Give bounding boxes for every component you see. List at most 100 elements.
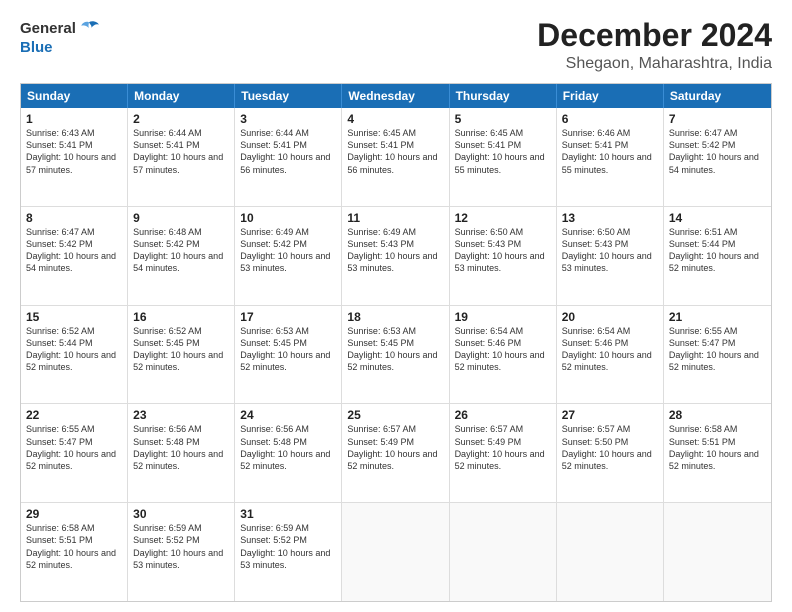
day-number: 28 — [669, 408, 766, 422]
subtitle: Shegaon, Maharashtra, India — [537, 55, 772, 73]
cell-details: Sunrise: 6:44 AM Sunset: 5:41 PM Dayligh… — [240, 127, 336, 176]
day-number: 24 — [240, 408, 336, 422]
cell-details: Sunrise: 6:53 AM Sunset: 5:45 PM Dayligh… — [240, 325, 336, 374]
calendar: SundayMondayTuesdayWednesdayThursdayFrid… — [20, 83, 772, 602]
day-number: 26 — [455, 408, 551, 422]
calendar-cell: 24Sunrise: 6:56 AM Sunset: 5:48 PM Dayli… — [235, 404, 342, 502]
calendar-cell: 23Sunrise: 6:56 AM Sunset: 5:48 PM Dayli… — [128, 404, 235, 502]
cell-details: Sunrise: 6:45 AM Sunset: 5:41 PM Dayligh… — [347, 127, 443, 176]
cell-details: Sunrise: 6:57 AM Sunset: 5:49 PM Dayligh… — [347, 423, 443, 472]
calendar-cell: 31Sunrise: 6:59 AM Sunset: 5:52 PM Dayli… — [235, 503, 342, 601]
calendar-cell: 1Sunrise: 6:43 AM Sunset: 5:41 PM Daylig… — [21, 108, 128, 206]
logo-general: General — [20, 21, 76, 38]
logo: General Blue — [20, 18, 100, 57]
cell-details: Sunrise: 6:56 AM Sunset: 5:48 PM Dayligh… — [240, 423, 336, 472]
calendar-cell: 22Sunrise: 6:55 AM Sunset: 5:47 PM Dayli… — [21, 404, 128, 502]
page: General Blue December 2024 Shegaon, Maha… — [0, 0, 792, 612]
calendar-cell: 19Sunrise: 6:54 AM Sunset: 5:46 PM Dayli… — [450, 306, 557, 404]
day-number: 8 — [26, 211, 122, 225]
cell-details: Sunrise: 6:50 AM Sunset: 5:43 PM Dayligh… — [562, 226, 658, 275]
cell-details: Sunrise: 6:52 AM Sunset: 5:44 PM Dayligh… — [26, 325, 122, 374]
calendar-day-header: Thursday — [450, 84, 557, 108]
cell-details: Sunrise: 6:45 AM Sunset: 5:41 PM Dayligh… — [455, 127, 551, 176]
logo-bird-icon — [78, 18, 100, 40]
calendar-cell: 20Sunrise: 6:54 AM Sunset: 5:46 PM Dayli… — [557, 306, 664, 404]
calendar-cell: 6Sunrise: 6:46 AM Sunset: 5:41 PM Daylig… — [557, 108, 664, 206]
title-block: December 2024 Shegaon, Maharashtra, Indi… — [537, 18, 772, 73]
cell-details: Sunrise: 6:49 AM Sunset: 5:42 PM Dayligh… — [240, 226, 336, 275]
calendar-week-row: 29Sunrise: 6:58 AM Sunset: 5:51 PM Dayli… — [21, 503, 771, 601]
calendar-cell: 11Sunrise: 6:49 AM Sunset: 5:43 PM Dayli… — [342, 207, 449, 305]
cell-details: Sunrise: 6:44 AM Sunset: 5:41 PM Dayligh… — [133, 127, 229, 176]
cell-details: Sunrise: 6:58 AM Sunset: 5:51 PM Dayligh… — [26, 522, 122, 571]
calendar-cell: 16Sunrise: 6:52 AM Sunset: 5:45 PM Dayli… — [128, 306, 235, 404]
calendar-cell: 28Sunrise: 6:58 AM Sunset: 5:51 PM Dayli… — [664, 404, 771, 502]
calendar-cell: 4Sunrise: 6:45 AM Sunset: 5:41 PM Daylig… — [342, 108, 449, 206]
cell-details: Sunrise: 6:49 AM Sunset: 5:43 PM Dayligh… — [347, 226, 443, 275]
header: General Blue December 2024 Shegaon, Maha… — [20, 18, 772, 73]
calendar-day-header: Monday — [128, 84, 235, 108]
day-number: 5 — [455, 112, 551, 126]
calendar-day-header: Friday — [557, 84, 664, 108]
day-number: 27 — [562, 408, 658, 422]
cell-details: Sunrise: 6:46 AM Sunset: 5:41 PM Dayligh… — [562, 127, 658, 176]
calendar-cell: 26Sunrise: 6:57 AM Sunset: 5:49 PM Dayli… — [450, 404, 557, 502]
calendar-week-row: 1Sunrise: 6:43 AM Sunset: 5:41 PM Daylig… — [21, 108, 771, 207]
day-number: 9 — [133, 211, 229, 225]
cell-details: Sunrise: 6:51 AM Sunset: 5:44 PM Dayligh… — [669, 226, 766, 275]
day-number: 20 — [562, 310, 658, 324]
day-number: 12 — [455, 211, 551, 225]
cell-details: Sunrise: 6:57 AM Sunset: 5:50 PM Dayligh… — [562, 423, 658, 472]
day-number: 3 — [240, 112, 336, 126]
cell-details: Sunrise: 6:58 AM Sunset: 5:51 PM Dayligh… — [669, 423, 766, 472]
calendar-cell — [342, 503, 449, 601]
logo-blue: Blue — [20, 40, 53, 57]
calendar-day-header: Sunday — [21, 84, 128, 108]
day-number: 29 — [26, 507, 122, 521]
day-number: 2 — [133, 112, 229, 126]
main-title: December 2024 — [537, 18, 772, 53]
calendar-cell: 25Sunrise: 6:57 AM Sunset: 5:49 PM Dayli… — [342, 404, 449, 502]
calendar-week-row: 8Sunrise: 6:47 AM Sunset: 5:42 PM Daylig… — [21, 207, 771, 306]
day-number: 15 — [26, 310, 122, 324]
calendar-day-header: Tuesday — [235, 84, 342, 108]
cell-details: Sunrise: 6:47 AM Sunset: 5:42 PM Dayligh… — [26, 226, 122, 275]
calendar-cell: 3Sunrise: 6:44 AM Sunset: 5:41 PM Daylig… — [235, 108, 342, 206]
day-number: 4 — [347, 112, 443, 126]
day-number: 25 — [347, 408, 443, 422]
calendar-week-row: 22Sunrise: 6:55 AM Sunset: 5:47 PM Dayli… — [21, 404, 771, 503]
calendar-cell: 29Sunrise: 6:58 AM Sunset: 5:51 PM Dayli… — [21, 503, 128, 601]
cell-details: Sunrise: 6:55 AM Sunset: 5:47 PM Dayligh… — [26, 423, 122, 472]
day-number: 31 — [240, 507, 336, 521]
cell-details: Sunrise: 6:57 AM Sunset: 5:49 PM Dayligh… — [455, 423, 551, 472]
cell-details: Sunrise: 6:59 AM Sunset: 5:52 PM Dayligh… — [240, 522, 336, 571]
cell-details: Sunrise: 6:52 AM Sunset: 5:45 PM Dayligh… — [133, 325, 229, 374]
day-number: 23 — [133, 408, 229, 422]
calendar-cell — [450, 503, 557, 601]
calendar-cell: 27Sunrise: 6:57 AM Sunset: 5:50 PM Dayli… — [557, 404, 664, 502]
calendar-cell: 18Sunrise: 6:53 AM Sunset: 5:45 PM Dayli… — [342, 306, 449, 404]
day-number: 7 — [669, 112, 766, 126]
calendar-cell: 7Sunrise: 6:47 AM Sunset: 5:42 PM Daylig… — [664, 108, 771, 206]
calendar-cell: 5Sunrise: 6:45 AM Sunset: 5:41 PM Daylig… — [450, 108, 557, 206]
day-number: 21 — [669, 310, 766, 324]
day-number: 30 — [133, 507, 229, 521]
day-number: 1 — [26, 112, 122, 126]
calendar-cell: 15Sunrise: 6:52 AM Sunset: 5:44 PM Dayli… — [21, 306, 128, 404]
calendar-cell: 13Sunrise: 6:50 AM Sunset: 5:43 PM Dayli… — [557, 207, 664, 305]
calendar-cell: 14Sunrise: 6:51 AM Sunset: 5:44 PM Dayli… — [664, 207, 771, 305]
calendar-cell: 30Sunrise: 6:59 AM Sunset: 5:52 PM Dayli… — [128, 503, 235, 601]
cell-details: Sunrise: 6:55 AM Sunset: 5:47 PM Dayligh… — [669, 325, 766, 374]
calendar-week-row: 15Sunrise: 6:52 AM Sunset: 5:44 PM Dayli… — [21, 306, 771, 405]
day-number: 14 — [669, 211, 766, 225]
calendar-cell: 10Sunrise: 6:49 AM Sunset: 5:42 PM Dayli… — [235, 207, 342, 305]
cell-details: Sunrise: 6:47 AM Sunset: 5:42 PM Dayligh… — [669, 127, 766, 176]
cell-details: Sunrise: 6:54 AM Sunset: 5:46 PM Dayligh… — [562, 325, 658, 374]
calendar-cell — [664, 503, 771, 601]
day-number: 19 — [455, 310, 551, 324]
calendar-cell: 17Sunrise: 6:53 AM Sunset: 5:45 PM Dayli… — [235, 306, 342, 404]
calendar-cell: 2Sunrise: 6:44 AM Sunset: 5:41 PM Daylig… — [128, 108, 235, 206]
calendar-cell: 21Sunrise: 6:55 AM Sunset: 5:47 PM Dayli… — [664, 306, 771, 404]
cell-details: Sunrise: 6:50 AM Sunset: 5:43 PM Dayligh… — [455, 226, 551, 275]
calendar-body: 1Sunrise: 6:43 AM Sunset: 5:41 PM Daylig… — [21, 108, 771, 601]
